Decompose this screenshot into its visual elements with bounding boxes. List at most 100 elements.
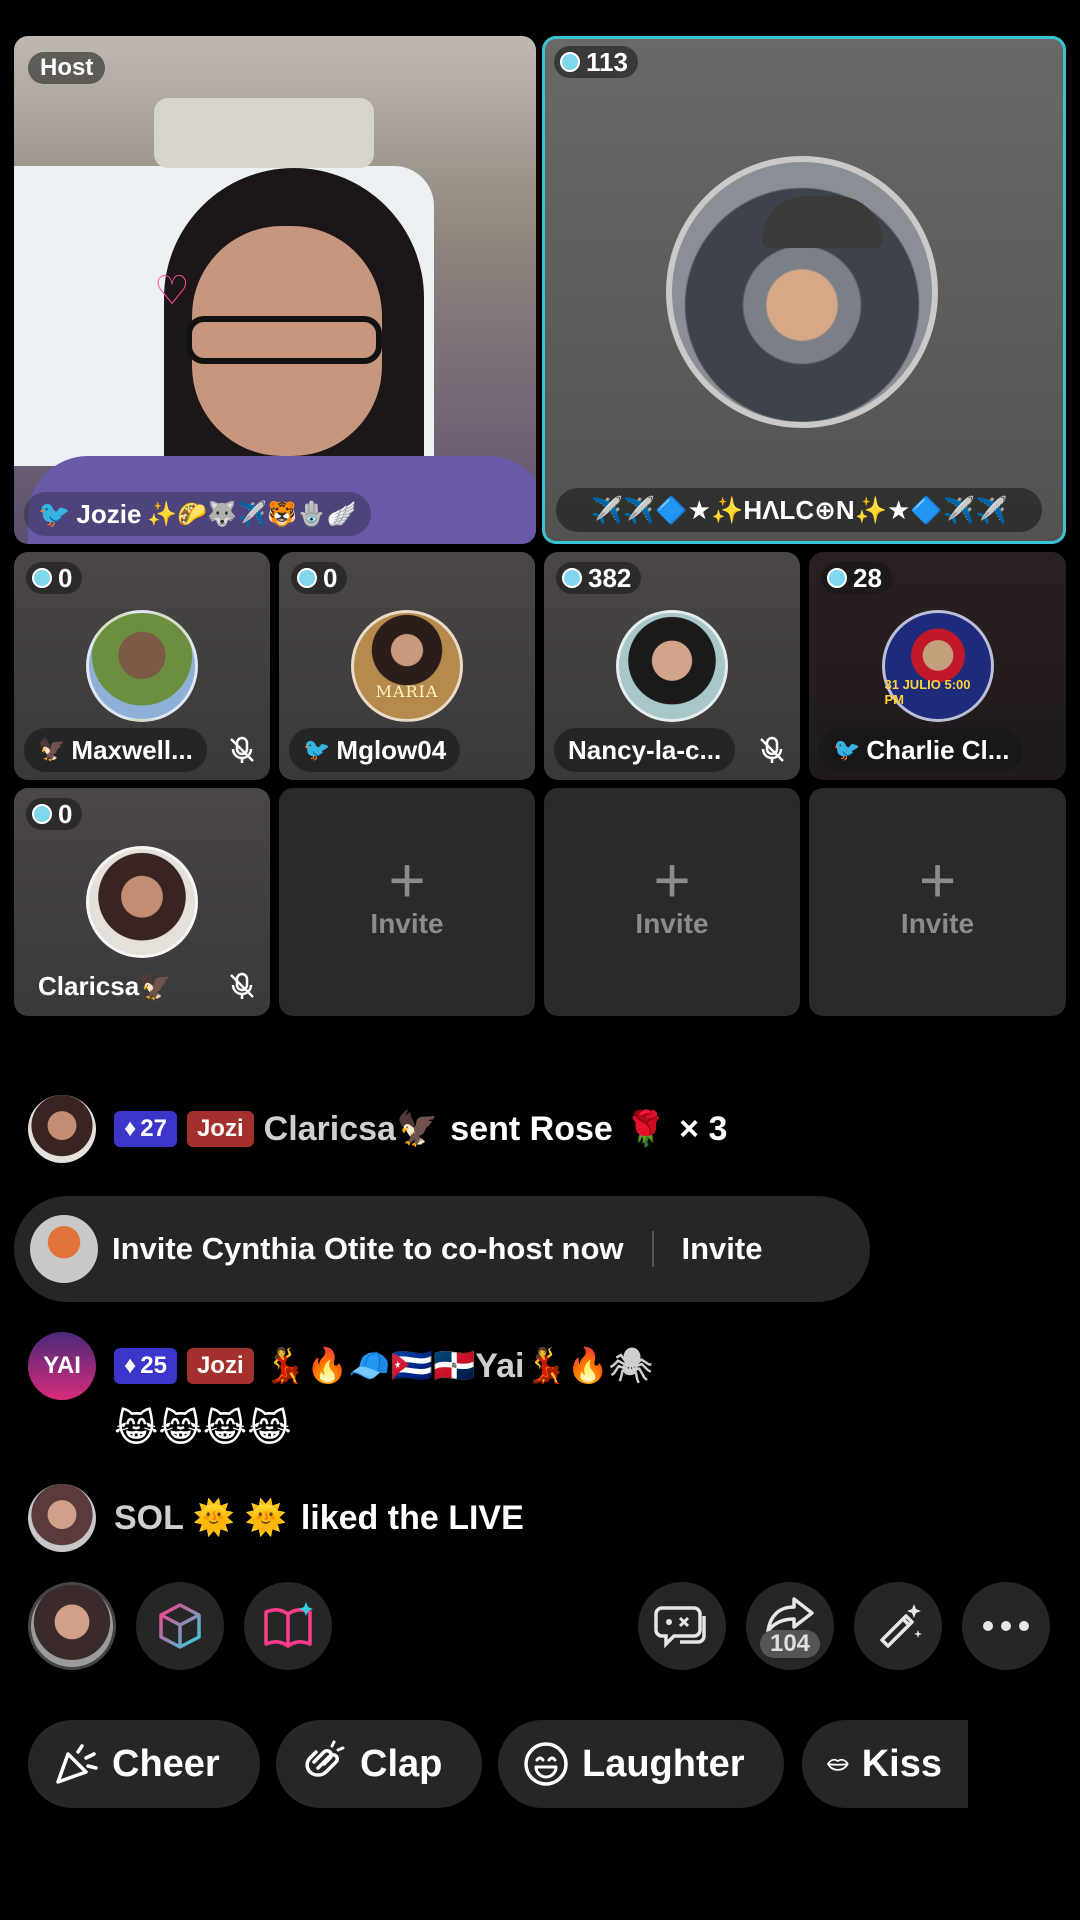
cohost-invite-banner: Invite Cynthia Otite to co-host now Invi… [14, 1196, 870, 1302]
rose-gift-icon: 🌹 [624, 1110, 668, 1148]
gift-text: sent Rose [450, 1109, 613, 1148]
comment-button[interactable] [638, 1582, 726, 1670]
diamond-icon: ♦ [124, 1115, 137, 1142]
plus-icon: + [653, 844, 691, 916]
coin-badge: 113 [554, 46, 638, 78]
chat-username[interactable]: 💃🔥🧢🇨🇺🇩🇴Yai💃🔥🕷 [264, 1346, 653, 1386]
diamond-icon: ♦ [124, 1352, 137, 1379]
guest-avatar [86, 846, 198, 958]
level-value: 25 [140, 1352, 167, 1379]
coin-icon [562, 568, 582, 588]
fan-club-name: Jozi [196, 1115, 244, 1142]
profile-avatar-button[interactable] [28, 1582, 116, 1670]
host-name-emojis: ✨🌮🐺✈️🐯🪬🪽 [147, 500, 357, 528]
guest-name-pill[interactable]: Nancy-la-c... [554, 728, 736, 772]
coin-badge: 0 [291, 562, 348, 594]
coin-count: 0 [323, 562, 338, 593]
host-name-pill[interactable]: 🐦 Jozie ✨🌮🐺✈️🐯🪬🪽 [24, 492, 371, 536]
guest-tile-charlie[interactable]: 28 31 JULIO 5:00 PM 🐦 Charlie Cl... [809, 552, 1066, 780]
chat-message: YAI ♦ 25 Jozi 💃🔥🧢🇨🇺🇩🇴Yai💃🔥🕷 😹😹😹😹 [28, 1332, 652, 1451]
coin-icon [32, 804, 52, 824]
coin-badge: 0 [26, 562, 83, 594]
featured-guest-tile[interactable]: 113 ✈️✈️🔷★✨HΛLC⊕N✨★🔷✈️✈️ [542, 36, 1066, 544]
mic-muted-icon [230, 972, 254, 999]
featured-guest-cap [762, 196, 882, 248]
host-video-tile[interactable]: ♡ Host 🐦 Jozie ✨🌮🐺✈️🐯🪬🪽 [14, 36, 536, 544]
coin-icon [32, 568, 52, 588]
level-badge: ♦ 25 [114, 1348, 177, 1384]
avatar[interactable] [28, 1484, 96, 1552]
guest-avatar [616, 610, 728, 722]
guest-tile-claricsa[interactable]: 0 Claricsa🦅 [14, 788, 270, 1016]
chat-message-body: 😹😹😹😹 [114, 1408, 292, 1450]
share-button[interactable]: 104 [746, 1582, 834, 1670]
coin-badge: 382 [556, 562, 642, 594]
clap-icon [305, 1740, 345, 1777]
more-options-button[interactable] [962, 1582, 1050, 1670]
story-button[interactable] [244, 1582, 332, 1670]
level-value: 27 [140, 1115, 167, 1142]
magic-wand-icon [880, 1604, 922, 1648]
invite-slot[interactable]: + Invite [809, 788, 1066, 1016]
guest-name: Charlie Cl... [866, 734, 1010, 765]
guest-avatar-text: MARIA [375, 682, 439, 701]
like-text: liked the LIVE [300, 1498, 524, 1537]
magic-wand-button[interactable] [854, 1582, 942, 1670]
fan-club-badge: Jozi [186, 1348, 254, 1384]
guest-tile-nancy[interactable]: 382 Nancy-la-c... [544, 552, 800, 780]
invite-slot[interactable]: + Invite [544, 788, 800, 1016]
cheer-icon [56, 1744, 98, 1784]
featured-guest-name: ✈️✈️🔷★✨HΛLC⊕N✨★🔷✈️✈️ [590, 494, 1008, 525]
book-sparkle-icon [264, 1602, 313, 1648]
laughter-icon [524, 1742, 568, 1786]
reaction-label: Kiss [861, 1742, 942, 1785]
cube-icon [159, 1603, 201, 1649]
reaction-kiss[interactable]: Kiss [802, 1720, 968, 1808]
reaction-cheer[interactable]: Cheer [28, 1720, 260, 1808]
coin-icon [827, 568, 847, 588]
guest-avatar-text: 31 JULIO 5:00 PM [884, 677, 971, 707]
coin-count: 0 [58, 562, 73, 593]
chat-message-content: ♦ 25 Jozi 💃🔥🧢🇨🇺🇩🇴Yai💃🔥🕷 😹😹😹😹 [114, 1332, 652, 1451]
guest-name-pill[interactable]: 🐦 Mglow04 [289, 728, 461, 772]
host-badge: Host [28, 52, 106, 84]
guest-name: Mglow04 [336, 734, 447, 765]
plus-icon: + [918, 844, 957, 916]
fan-club-name: Jozi [196, 1352, 244, 1379]
cohost-invite-button[interactable]: Invite [682, 1231, 763, 1267]
reaction-clap[interactable]: Clap [276, 1720, 482, 1808]
gift-box-button[interactable] [136, 1582, 224, 1670]
gift-count: × 3 [679, 1109, 728, 1148]
plus-icon: + [388, 844, 426, 916]
reaction-laughter[interactable]: Laughter [498, 1720, 784, 1808]
guest-name-pill[interactable]: 🦅 Maxwell... [24, 728, 207, 772]
avatar[interactable]: YAI [28, 1332, 96, 1400]
chat-username[interactable]: Claricsa🦅 [264, 1109, 439, 1149]
chat-like-message: SOL 🌞 🌞 liked the LIVE [28, 1484, 524, 1552]
guest-tile-maxwell[interactable]: 0 🦅 Maxwell... [14, 552, 270, 780]
guest-name: Claricsa🦅 [38, 970, 172, 1001]
chat-username[interactable]: SOL 🌞 🌞 [114, 1498, 287, 1538]
guest-name-pill[interactable]: Claricsa🦅 [24, 964, 186, 1008]
coin-badge: 0 [26, 798, 83, 830]
more-dots-icon [983, 1621, 1029, 1631]
guest-tile-mglow04[interactable]: 0 MARIA 🐦 Mglow04 [279, 552, 535, 780]
invite-slot-label: Invite [370, 908, 444, 939]
avatar[interactable] [28, 1095, 96, 1163]
coin-count: 28 [853, 562, 882, 593]
kiss-icon [827, 1758, 849, 1771]
coin-badge: 28 [821, 562, 892, 594]
avatar [30, 1215, 98, 1283]
featured-guest-name-pill[interactable]: ✈️✈️🔷★✨HΛLC⊕N✨★🔷✈️✈️ [556, 488, 1042, 532]
cohost-invite-text: Invite Cynthia Otite to co-host now [112, 1231, 624, 1266]
guest-name-pill[interactable]: 🐦 Charlie Cl... [819, 728, 1024, 772]
avatar-text: YAI [43, 1352, 81, 1379]
invite-slot[interactable]: + Invite [279, 788, 535, 1016]
eagle-icon: 🦅 [38, 737, 66, 762]
guest-avatar: MARIA [351, 610, 463, 722]
guest-avatar [86, 610, 198, 722]
bird-icon: 🐦 [303, 737, 331, 762]
rose-icon: 🐦 [38, 498, 71, 529]
bird-icon: 🐦 [833, 737, 861, 762]
guest-avatar: 31 JULIO 5:00 PM [881, 610, 994, 722]
